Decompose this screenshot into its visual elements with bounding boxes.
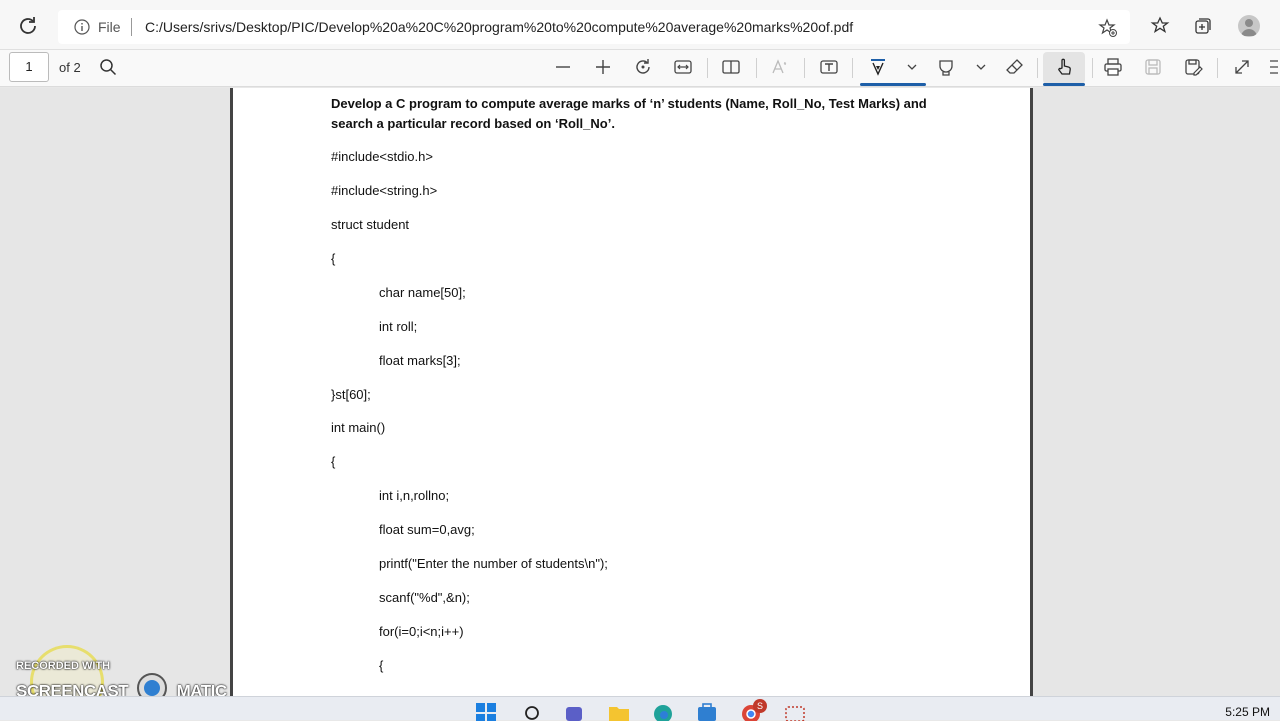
collections-icon[interactable] bbox=[1193, 16, 1213, 36]
search-icon[interactable] bbox=[98, 57, 118, 77]
title-line-1: Develop a C program to compute average m… bbox=[331, 96, 927, 111]
save-icon[interactable] bbox=[1143, 57, 1163, 77]
add-text-icon[interactable] bbox=[819, 57, 839, 77]
url-separator bbox=[131, 18, 132, 36]
code-line: int main() bbox=[331, 420, 386, 435]
toolbar-separator bbox=[1217, 58, 1218, 78]
chevron-down-icon[interactable] bbox=[904, 57, 920, 77]
taskbar-search-icon[interactable] bbox=[521, 701, 543, 721]
store-icon[interactable] bbox=[696, 701, 718, 721]
touch-select-icon[interactable] bbox=[1054, 57, 1074, 77]
document-content: Develop a C program to compute average m… bbox=[331, 94, 1011, 673]
browser-address-bar: File C:/Users/srivs/Desktop/PIC/Develop%… bbox=[0, 0, 1280, 50]
toolbar-separator bbox=[1037, 58, 1038, 78]
zoom-out-icon[interactable] bbox=[553, 57, 573, 77]
url-field[interactable]: File C:/Users/srivs/Desktop/PIC/Develop%… bbox=[58, 10, 1130, 44]
code-line: float sum=0,avg; bbox=[379, 522, 475, 537]
title-line-2: search a particular record based on ‘Rol… bbox=[331, 116, 615, 131]
code-line: }st[60]; bbox=[331, 387, 371, 402]
zoom-in-icon[interactable] bbox=[593, 57, 613, 77]
favorites-icon[interactable] bbox=[1150, 16, 1170, 36]
draw-active-indicator bbox=[860, 83, 926, 86]
touch-select-active-indicator bbox=[1043, 83, 1085, 86]
draw-icon[interactable] bbox=[868, 57, 888, 77]
more-options-icon[interactable] bbox=[1268, 57, 1280, 77]
file-explorer-icon[interactable] bbox=[608, 701, 630, 721]
code-line: { bbox=[379, 658, 384, 673]
code-line: struct student bbox=[331, 217, 410, 232]
eraser-icon[interactable] bbox=[1005, 57, 1025, 77]
code-line: #include<string.h> bbox=[331, 183, 438, 198]
pdf-page: Develop a C program to compute average m… bbox=[230, 88, 1033, 696]
code-line: char name[50]; bbox=[379, 285, 466, 300]
page-number-input[interactable]: 1 bbox=[9, 52, 49, 82]
code-line: int i,n,rollno; bbox=[379, 488, 450, 503]
pdf-toolbar: 1 of 2 bbox=[0, 50, 1280, 87]
highlight-icon[interactable] bbox=[936, 57, 956, 77]
code-line: { bbox=[331, 251, 336, 266]
rotate-icon[interactable] bbox=[633, 57, 653, 77]
toolbar-separator bbox=[707, 58, 708, 78]
profile-badge: S bbox=[753, 699, 767, 713]
recorded-with-label: RECORDED WITH bbox=[16, 660, 111, 672]
windows-start-icon[interactable] bbox=[475, 701, 497, 721]
code-line: printf("Enter the number of students\n")… bbox=[379, 556, 608, 571]
screencast-watermark: RECORDED WITH SCREENCAST MATIC bbox=[16, 660, 227, 703]
taskbar-clock: 5:25 PM bbox=[1225, 705, 1270, 719]
code-line: #include<stdio.h> bbox=[331, 149, 433, 164]
print-icon[interactable] bbox=[1103, 57, 1123, 77]
code-line: for(i=0;i<n;i++) bbox=[379, 624, 464, 639]
toolbar-separator bbox=[756, 58, 757, 78]
read-aloud-icon[interactable] bbox=[770, 57, 790, 77]
url-text[interactable]: C:/Users/srivs/Desktop/PIC/Develop%20a%2… bbox=[145, 19, 853, 35]
code-line: float marks[3]; bbox=[379, 353, 461, 368]
teams-icon[interactable] bbox=[564, 701, 586, 721]
fullscreen-icon[interactable] bbox=[1232, 57, 1252, 77]
edge-icon[interactable] bbox=[652, 701, 674, 721]
page-count-label: of 2 bbox=[59, 60, 81, 75]
toolbar-separator bbox=[804, 58, 805, 78]
page-view-icon[interactable] bbox=[721, 57, 741, 77]
pdf-viewer[interactable]: Develop a C program to compute average m… bbox=[0, 88, 1280, 696]
file-scheme-label: File bbox=[98, 19, 121, 35]
fit-width-icon[interactable] bbox=[673, 57, 693, 77]
save-as-icon[interactable] bbox=[1183, 57, 1203, 77]
code-line: scanf("%d",&n); bbox=[379, 590, 470, 605]
windows-taskbar: S 5:25 PM bbox=[0, 696, 1280, 721]
add-favorite-icon[interactable] bbox=[1098, 18, 1118, 38]
info-icon[interactable] bbox=[74, 19, 90, 35]
toolbar-separator bbox=[852, 58, 853, 78]
document-title: Develop a C program to compute average m… bbox=[331, 94, 1011, 134]
toolbar-separator bbox=[1092, 58, 1093, 78]
snipping-tool-icon[interactable] bbox=[784, 701, 806, 721]
profile-avatar[interactable] bbox=[1238, 15, 1260, 37]
code-line: int roll; bbox=[379, 319, 418, 334]
chevron-down-icon[interactable] bbox=[973, 57, 989, 77]
code-line: { bbox=[331, 454, 336, 469]
reload-icon[interactable] bbox=[16, 14, 40, 38]
